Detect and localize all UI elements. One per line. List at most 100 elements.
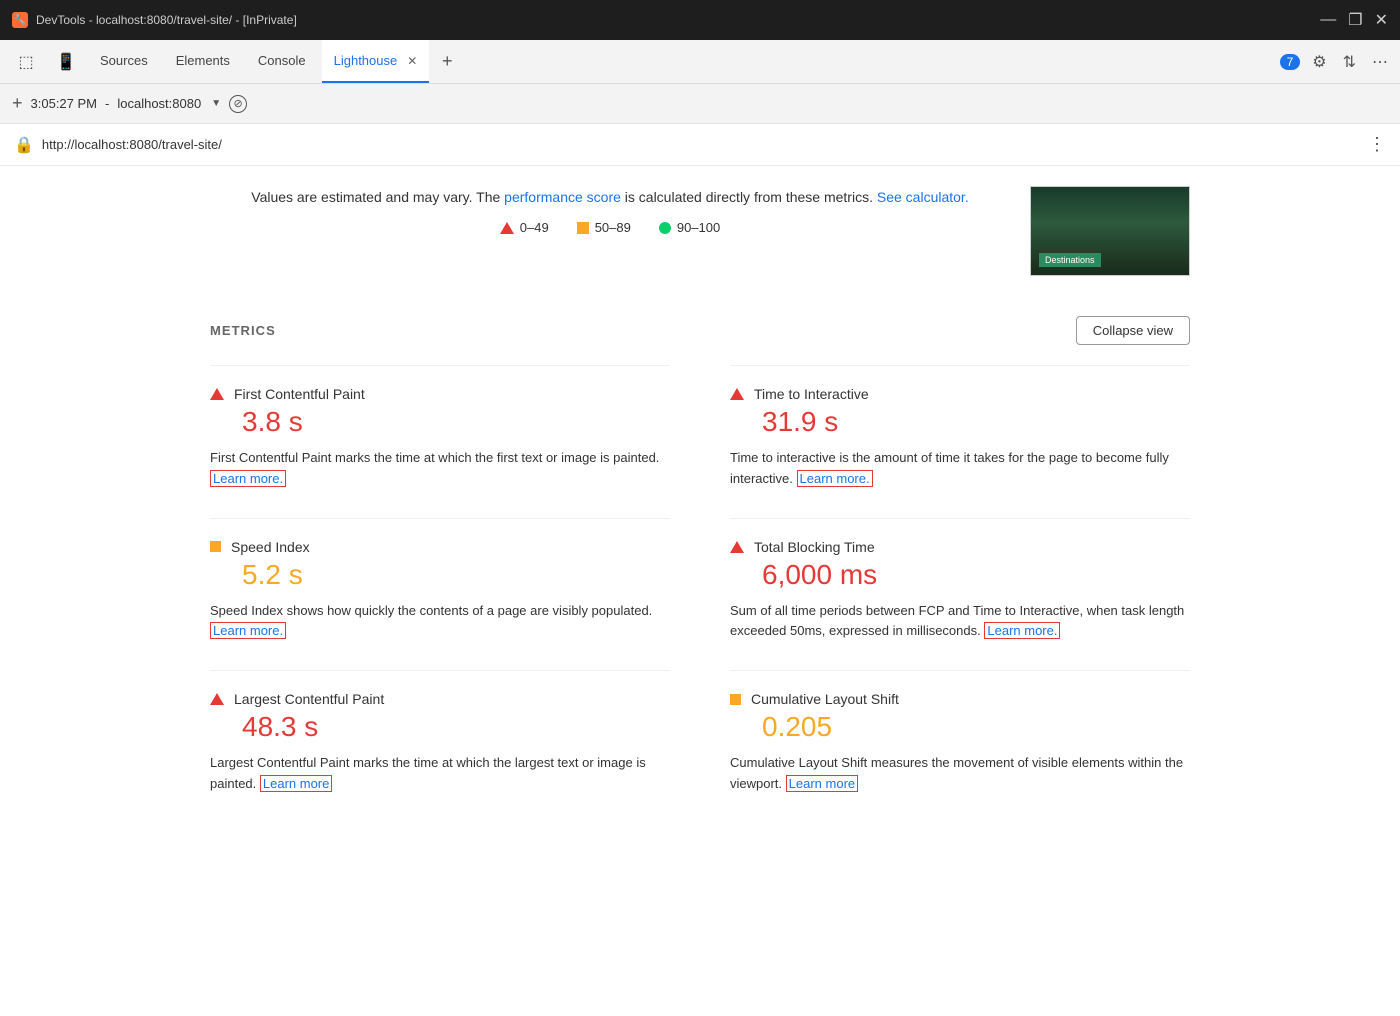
metric-tti-desc-text: Time to interactive is the amount of tim… bbox=[730, 450, 1169, 486]
metric-lcp-header: Largest Contentful Paint bbox=[210, 691, 670, 707]
timestamp: 3:05:27 PM bbox=[31, 96, 98, 111]
url-display[interactable]: http://localhost:8080/travel-site/ bbox=[42, 137, 1360, 152]
metric-tti-name: Time to Interactive bbox=[754, 386, 869, 402]
orange-icon bbox=[577, 222, 589, 234]
metric-si-learn-more[interactable]: Learn more. bbox=[210, 622, 286, 639]
metric-tti: Time to Interactive 31.9 s Time to inter… bbox=[730, 365, 1190, 518]
metrics-title: METRICS bbox=[210, 323, 276, 338]
minimize-button[interactable]: — bbox=[1320, 10, 1336, 30]
host-label[interactable]: localhost:8080 bbox=[117, 96, 201, 111]
metric-si-name: Speed Index bbox=[231, 539, 310, 555]
add-target-button[interactable]: + bbox=[12, 93, 23, 114]
metric-tti-learn-more[interactable]: Learn more. bbox=[797, 470, 873, 487]
thumbnail-label: Destinations bbox=[1039, 253, 1101, 267]
legend-orange: 50–89 bbox=[577, 220, 631, 235]
metric-fcp-icon bbox=[210, 388, 224, 400]
metric-tti-desc: Time to interactive is the amount of tim… bbox=[730, 448, 1190, 490]
tab-lighthouse-label: Lighthouse bbox=[334, 53, 398, 68]
titlebar-controls: — ❐ ✕ bbox=[1320, 10, 1388, 30]
metric-fcp-value: 3.8 s bbox=[242, 406, 670, 438]
metric-si: Speed Index 5.2 s Speed Index shows how … bbox=[210, 518, 670, 671]
metric-tbt: Total Blocking Time 6,000 ms Sum of all … bbox=[730, 518, 1190, 671]
performance-score-link[interactable]: performance score bbox=[504, 189, 621, 205]
metric-lcp-desc: Largest Contentful Paint marks the time … bbox=[210, 753, 670, 795]
metric-fcp-desc-text: First Contentful Paint marks the time at… bbox=[210, 450, 659, 465]
main-content: Values are estimated and may vary. The p… bbox=[0, 166, 1400, 1016]
tab-console[interactable]: Console bbox=[246, 40, 318, 83]
inspect-element-button[interactable]: ⬚ bbox=[10, 46, 42, 78]
more-options-icon[interactable]: ⋮ bbox=[1368, 134, 1386, 155]
metric-tbt-learn-more[interactable]: Learn more. bbox=[984, 622, 1060, 639]
metric-lcp: Largest Contentful Paint 48.3 s Largest … bbox=[210, 670, 670, 823]
metric-fcp-learn-more[interactable]: Learn more. bbox=[210, 470, 286, 487]
metric-cls-header: Cumulative Layout Shift bbox=[730, 691, 1190, 707]
titlebar: 🔧 DevTools - localhost:8080/travel-site/… bbox=[0, 0, 1400, 40]
metric-cls: Cumulative Layout Shift 0.205 Cumulative… bbox=[730, 670, 1190, 823]
metric-cls-icon bbox=[730, 694, 741, 705]
tab-right-controls: 7 ⚙ ⇅ ⋯ bbox=[1280, 40, 1392, 83]
settings-button[interactable]: ⚙ bbox=[1308, 48, 1330, 76]
metric-tti-header: Time to Interactive bbox=[730, 386, 1190, 402]
red-icon bbox=[500, 222, 514, 234]
metric-cls-desc: Cumulative Layout Shift measures the mov… bbox=[730, 753, 1190, 795]
legend-red: 0–49 bbox=[500, 220, 549, 235]
share-button[interactable]: ⇅ bbox=[1339, 48, 1360, 76]
intro-text-middle: is calculated directly from these metric… bbox=[621, 189, 877, 205]
tab-elements[interactable]: Elements bbox=[164, 40, 242, 83]
metric-tbt-value: 6,000 ms bbox=[762, 559, 1190, 591]
close-button[interactable]: ✕ bbox=[1375, 10, 1388, 30]
notification-badge: 7 bbox=[1280, 54, 1301, 70]
metrics-header: METRICS Collapse view bbox=[210, 306, 1190, 345]
metric-fcp-header: First Contentful Paint bbox=[210, 386, 670, 402]
metric-cls-value: 0.205 bbox=[762, 711, 1190, 743]
metric-cls-name: Cumulative Layout Shift bbox=[751, 691, 899, 707]
metric-cls-learn-more[interactable]: Learn more bbox=[786, 775, 858, 792]
legend-green-range: 90–100 bbox=[677, 220, 720, 235]
host-dropdown-icon[interactable]: ▼ bbox=[211, 98, 221, 109]
titlebar-title: DevTools - localhost:8080/travel-site/ -… bbox=[36, 13, 1312, 27]
intro-text: Values are estimated and may vary. The p… bbox=[210, 186, 1010, 235]
addressbar: + 3:05:27 PM - localhost:8080 ▼ ⊘ bbox=[0, 84, 1400, 124]
restore-button[interactable]: ❐ bbox=[1348, 10, 1362, 30]
green-icon bbox=[659, 222, 671, 234]
metric-tbt-desc-text: Sum of all time periods between FCP and … bbox=[730, 603, 1184, 639]
tab-lighthouse[interactable]: Lighthouse ✕ bbox=[322, 40, 430, 83]
devtools-icon: 🔧 bbox=[12, 12, 28, 28]
collapse-view-button[interactable]: Collapse view bbox=[1076, 316, 1190, 345]
metric-si-value: 5.2 s bbox=[242, 559, 670, 591]
tab-console-label: Console bbox=[258, 53, 306, 68]
metric-lcp-learn-more[interactable]: Learn more bbox=[260, 775, 332, 792]
tabbar: ⬚ 📱 Sources Elements Console Lighthouse … bbox=[0, 40, 1400, 84]
tab-add-button[interactable]: + bbox=[433, 40, 461, 83]
metric-lcp-icon bbox=[210, 693, 224, 705]
score-legend: 0–49 50–89 90–100 bbox=[210, 220, 1010, 235]
metric-fcp-desc: First Contentful Paint marks the time at… bbox=[210, 448, 670, 490]
metric-lcp-value: 48.3 s bbox=[242, 711, 670, 743]
metric-tbt-header: Total Blocking Time bbox=[730, 539, 1190, 555]
tab-sources[interactable]: Sources bbox=[88, 40, 160, 83]
metric-fcp-name: First Contentful Paint bbox=[234, 386, 365, 402]
metric-tbt-name: Total Blocking Time bbox=[754, 539, 875, 555]
top-section: Values are estimated and may vary. The p… bbox=[210, 166, 1190, 286]
metric-tbt-desc: Sum of all time periods between FCP and … bbox=[730, 601, 1190, 643]
tab-sources-label: Sources bbox=[100, 53, 148, 68]
legend-red-range: 0–49 bbox=[520, 220, 549, 235]
separator: - bbox=[105, 96, 109, 111]
metric-tti-icon bbox=[730, 388, 744, 400]
urlbar: 🔒 http://localhost:8080/travel-site/ ⋮ bbox=[0, 124, 1400, 166]
tab-close-icon[interactable]: ✕ bbox=[407, 54, 417, 68]
metric-si-desc-text: Speed Index shows how quickly the conten… bbox=[210, 603, 652, 618]
more-button[interactable]: ⋯ bbox=[1368, 48, 1392, 76]
metric-lcp-name: Largest Contentful Paint bbox=[234, 691, 384, 707]
metric-tti-value: 31.9 s bbox=[762, 406, 1190, 438]
legend-green: 90–100 bbox=[659, 220, 720, 235]
see-calculator-link[interactable]: See calculator. bbox=[877, 189, 969, 205]
tab-elements-label: Elements bbox=[176, 53, 230, 68]
metric-fcp: First Contentful Paint 3.8 s First Conte… bbox=[210, 365, 670, 518]
metric-si-header: Speed Index bbox=[210, 539, 670, 555]
device-toolbar-button[interactable]: 📱 bbox=[50, 46, 82, 78]
metric-tbt-icon bbox=[730, 541, 744, 553]
metrics-grid: First Contentful Paint 3.8 s First Conte… bbox=[210, 365, 1190, 823]
site-thumbnail: Destinations bbox=[1030, 186, 1190, 276]
stop-icon[interactable]: ⊘ bbox=[229, 95, 247, 113]
